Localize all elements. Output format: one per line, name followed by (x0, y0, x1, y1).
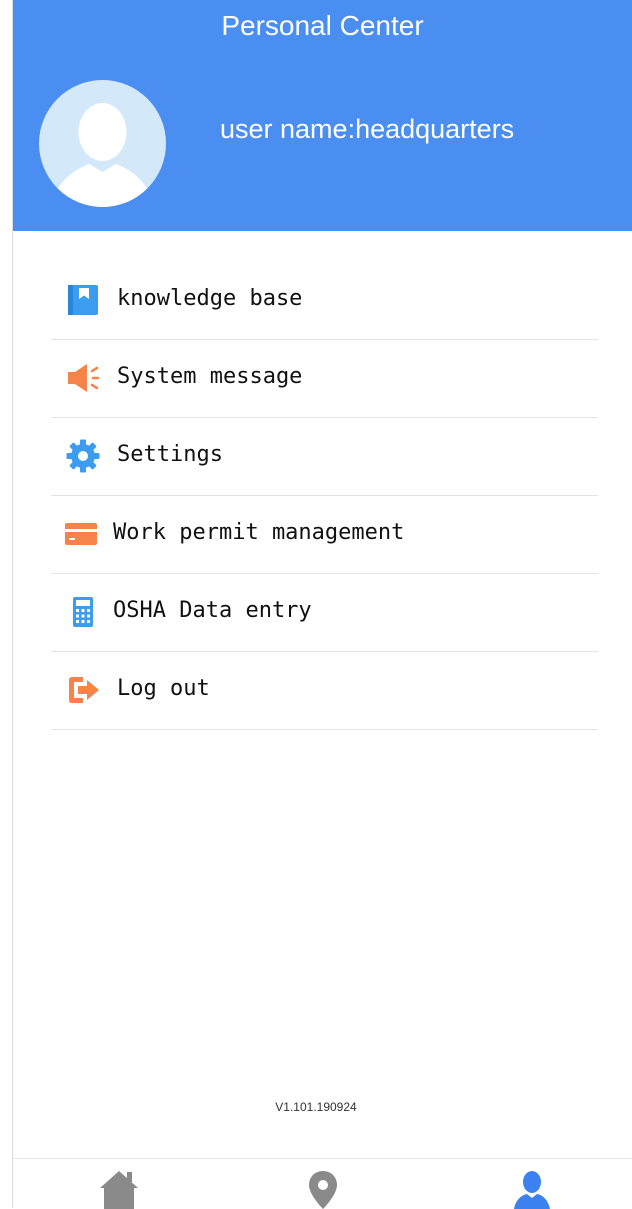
menu-item-label: Work permit management (113, 520, 405, 545)
username-label: user name:headquarters (220, 114, 515, 144)
header: Personal Center user name:headquarters (13, 0, 632, 231)
version-label: V1.101.190924 (275, 1100, 357, 1114)
menu-item-label: Settings (117, 442, 223, 467)
tab-location[interactable] (301, 1169, 345, 1209)
location-pin-icon (309, 1171, 337, 1209)
menu-item-settings[interactable]: Settings (51, 418, 598, 496)
book-icon (65, 282, 101, 318)
tab-profile[interactable] (510, 1169, 554, 1209)
menu-item-system-message[interactable]: System message (51, 340, 598, 418)
menu-list: knowledge base System message Settings W… (51, 262, 598, 730)
avatar-placeholder-icon (39, 80, 166, 207)
tab-home[interactable] (97, 1169, 141, 1209)
menu-item-label: System message (117, 364, 303, 389)
avatar[interactable] (39, 80, 166, 207)
gear-icon (65, 438, 101, 474)
user-icon (514, 1171, 550, 1209)
menu-item-osha-data-entry[interactable]: OSHA Data entry (51, 574, 598, 652)
page-title: Personal Center (221, 10, 424, 41)
bottom-tab-bar (13, 1158, 632, 1209)
menu-item-label: OSHA Data entry (113, 598, 312, 623)
menu-item-knowledge-base[interactable]: knowledge base (51, 262, 598, 340)
menu-item-label: Log out (117, 676, 210, 701)
card-icon (63, 516, 99, 552)
logout-icon (65, 672, 101, 708)
menu-item-label: knowledge base (117, 286, 303, 311)
home-icon (100, 1171, 138, 1209)
menu-item-work-permit-management[interactable]: Work permit management (51, 496, 598, 574)
megaphone-icon (65, 360, 101, 396)
calculator-icon (65, 594, 101, 630)
menu-item-log-out[interactable]: Log out (51, 652, 598, 730)
